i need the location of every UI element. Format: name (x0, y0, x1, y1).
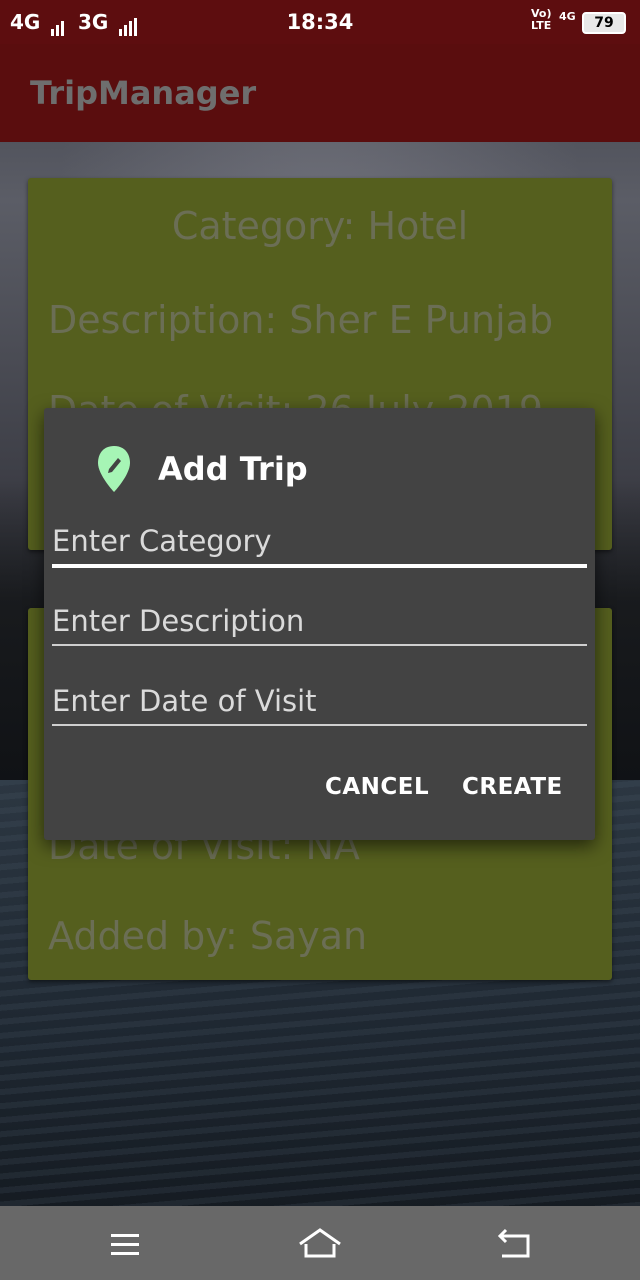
lte-label: LTE (531, 19, 552, 32)
card-description: Description: Sher E Punjab (48, 298, 554, 342)
date-field[interactable] (52, 678, 587, 726)
app-bar: TripManager (0, 44, 640, 142)
navigation-bar (0, 1206, 640, 1280)
cancel-button[interactable]: CANCEL (325, 774, 429, 800)
back-icon[interactable] (492, 1224, 536, 1264)
card-category: Category: Hotel (171, 204, 469, 248)
add-trip-dialog: Add Trip CANCEL CREATE (44, 408, 595, 840)
network-type: 4G (559, 10, 576, 23)
home-icon[interactable] (298, 1224, 342, 1264)
create-button[interactable]: CREATE (462, 774, 563, 800)
app-title: TripManager (30, 74, 257, 112)
card-added-by: Added by: Sayan (48, 914, 368, 958)
description-field[interactable] (52, 598, 587, 646)
category-input[interactable] (52, 518, 587, 564)
edit-location-icon (98, 446, 130, 492)
dialog-title: Add Trip (158, 450, 308, 488)
battery-indicator: 79 (582, 12, 626, 34)
status-bar: 4G 3G 18:34 Vo) LTE 4G 79 (0, 0, 640, 44)
date-input[interactable] (52, 678, 587, 724)
category-field[interactable] (52, 518, 587, 568)
menu-icon[interactable] (103, 1224, 147, 1264)
description-input[interactable] (52, 598, 587, 644)
volte-indicator: Vo) LTE (531, 8, 552, 32)
